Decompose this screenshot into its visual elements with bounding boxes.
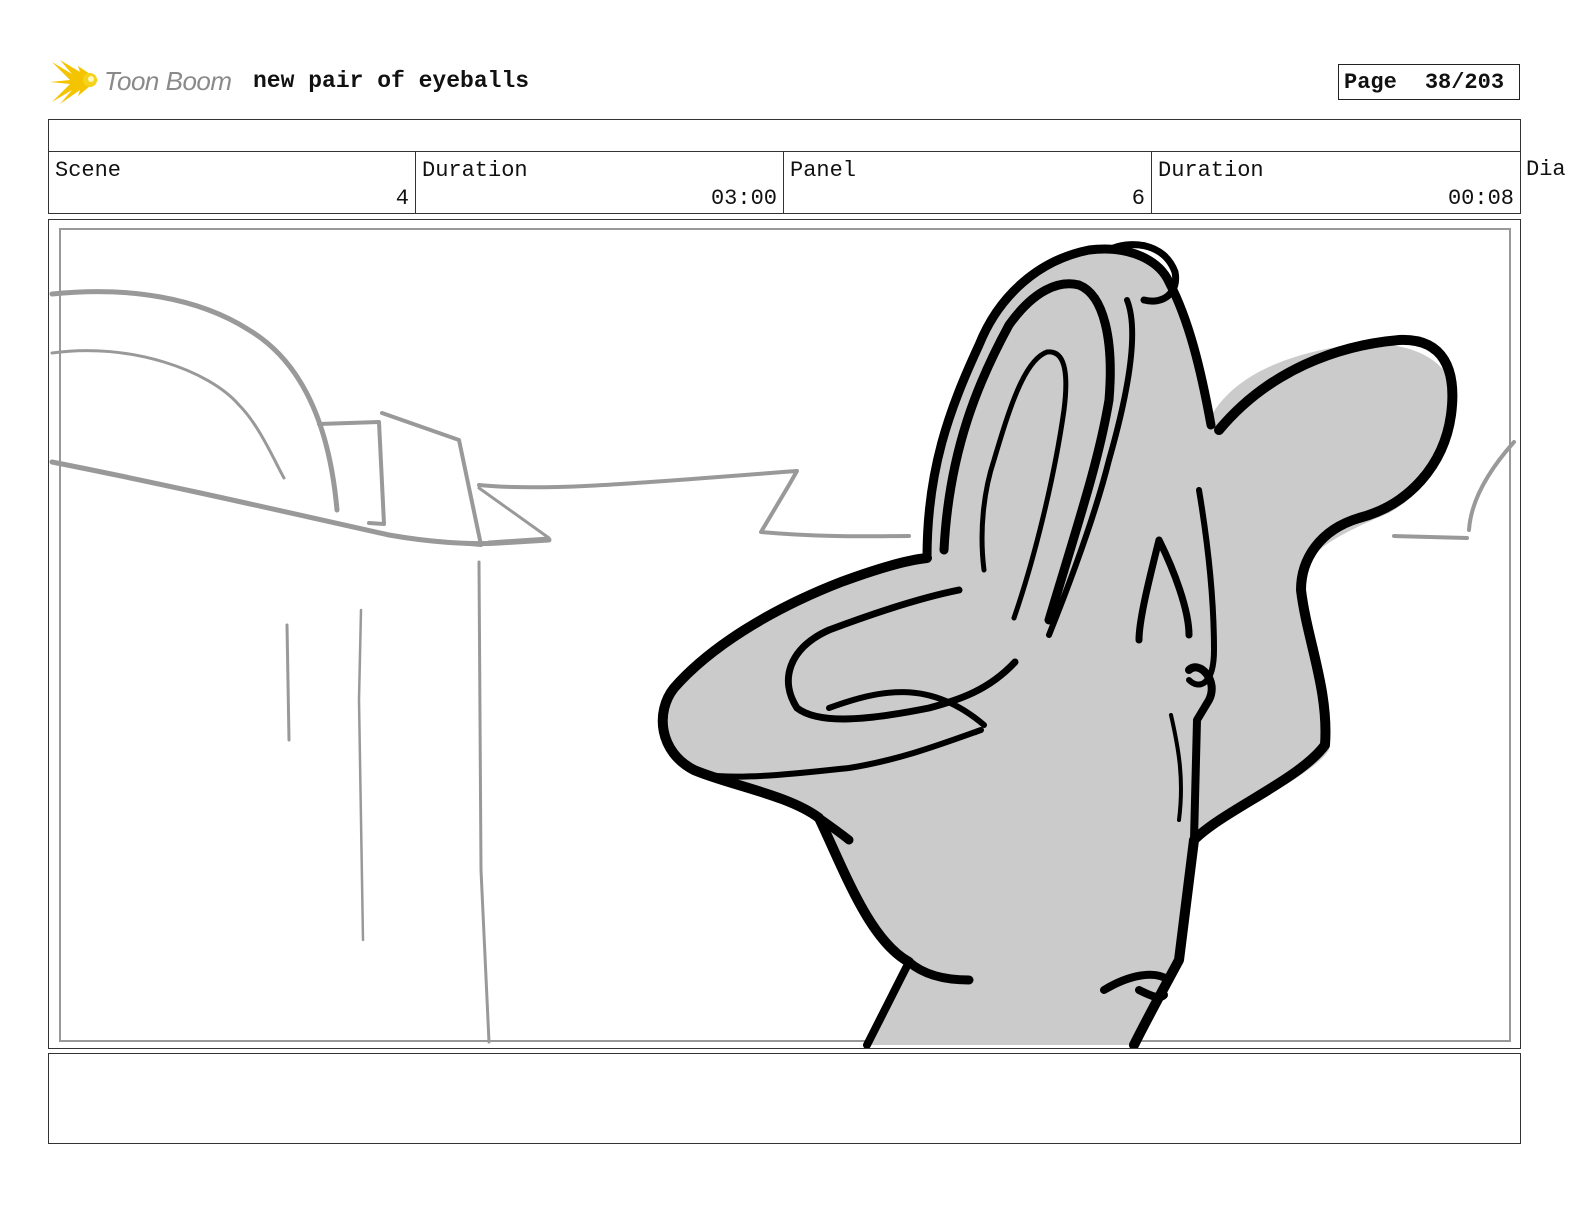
scene-cell: Scene 4 bbox=[48, 151, 416, 214]
panel-duration-value: 00:08 bbox=[1447, 186, 1514, 211]
toon-boom-logo: Toon Boom bbox=[50, 56, 240, 108]
page-number: 38/203 bbox=[1424, 69, 1505, 95]
dialog-label: Dia bbox=[1526, 157, 1566, 182]
document-title: new pair of eyeballs bbox=[253, 68, 530, 94]
logo-text: Toon Boom bbox=[104, 66, 232, 96]
scene-duration-value: 03:00 bbox=[710, 186, 777, 211]
panel-duration-label: Duration bbox=[1158, 158, 1264, 183]
info-row: Scene 4 Duration 03:00 Panel 6 Duration … bbox=[48, 151, 1582, 214]
starburst-icon bbox=[50, 60, 98, 104]
scene-duration-cell: Duration 03:00 bbox=[415, 151, 784, 214]
dialog-notes-box bbox=[48, 1053, 1521, 1144]
page-label: Page bbox=[1344, 69, 1397, 95]
panel-value: 6 bbox=[1131, 186, 1145, 211]
scene-duration-label: Duration bbox=[422, 158, 528, 183]
panel-cell: Panel 6 bbox=[783, 151, 1152, 214]
scene-value: 4 bbox=[395, 186, 409, 211]
character-sketch bbox=[657, 241, 1458, 1048]
page-indicator: Page 38/203 bbox=[1338, 64, 1520, 100]
panel-duration-cell: Duration 00:08 bbox=[1151, 151, 1521, 214]
header-strip bbox=[48, 119, 1521, 152]
scene-label: Scene bbox=[55, 158, 122, 183]
storyboard-panel bbox=[48, 219, 1521, 1049]
panel-label: Panel bbox=[790, 158, 857, 183]
panel-drawing bbox=[49, 228, 1516, 1048]
